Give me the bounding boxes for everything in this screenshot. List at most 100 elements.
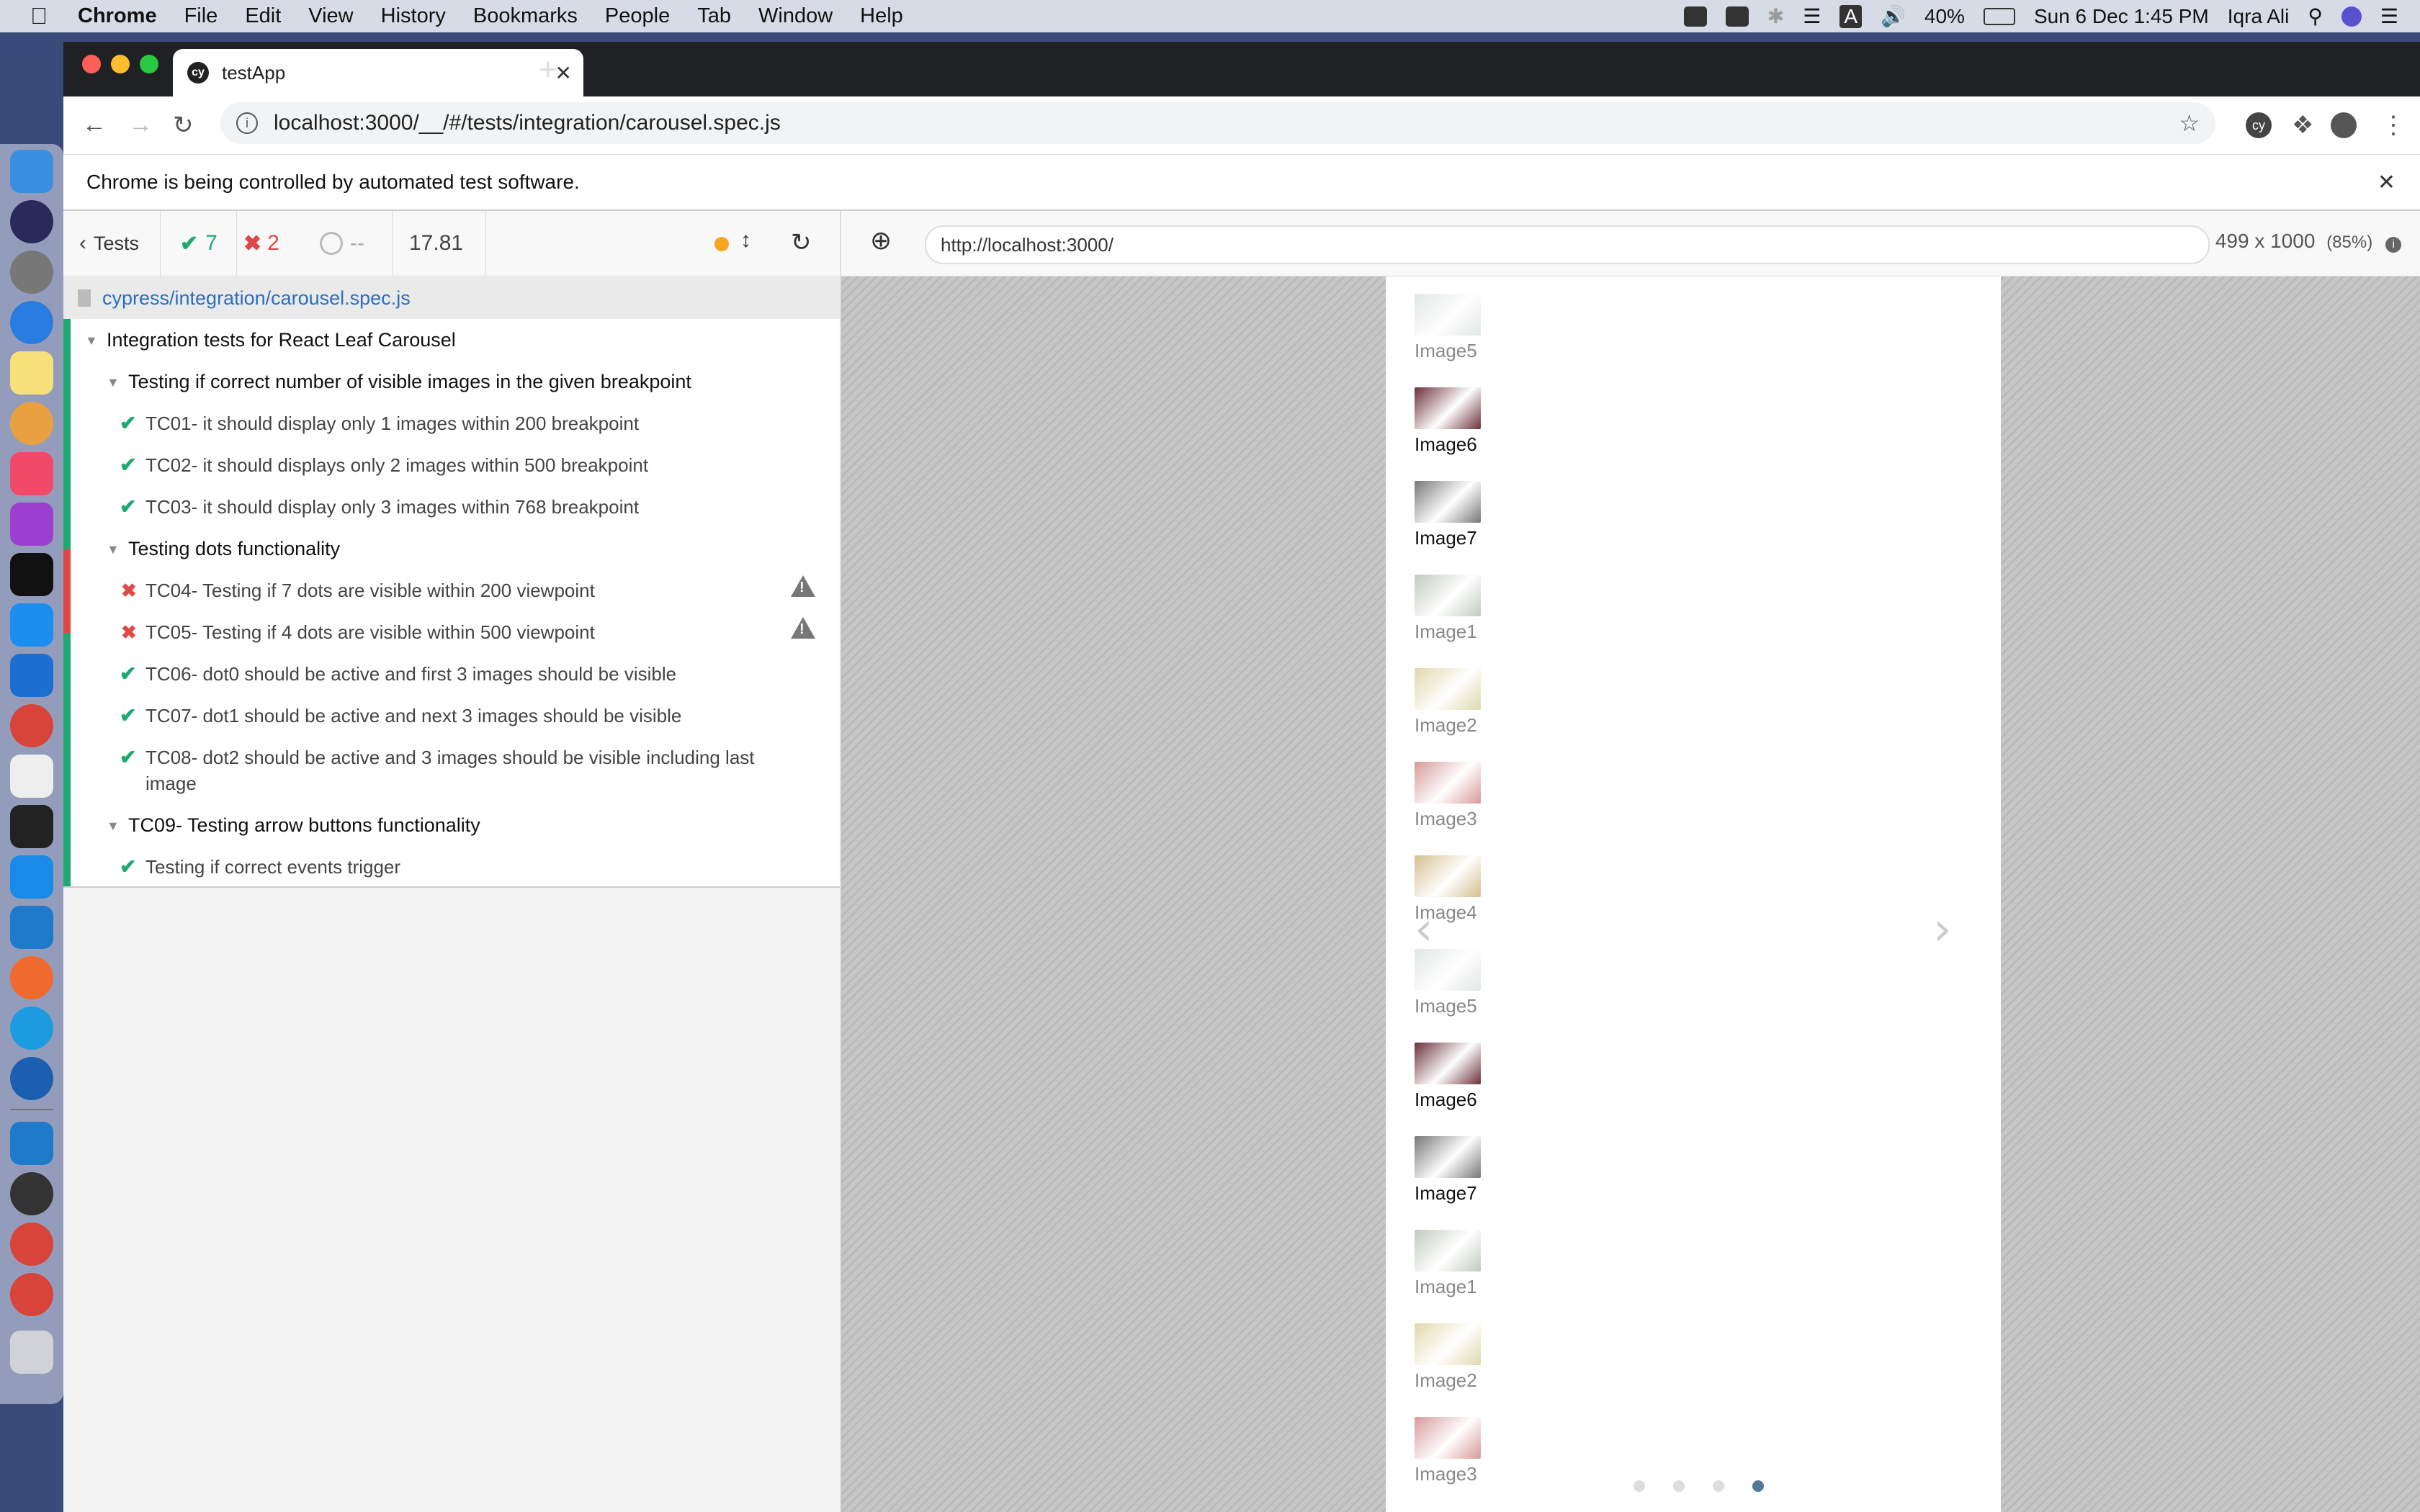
- photos-icon[interactable]: [10, 402, 53, 445]
- battery-percent[interactable]: 40%: [1924, 5, 1965, 28]
- menu-view[interactable]: View: [308, 4, 353, 28]
- chrome-dock-icon[interactable]: [10, 704, 53, 747]
- carousel-slide[interactable]: Image6: [1415, 387, 1559, 456]
- zoom-window-button[interactable]: [140, 55, 158, 73]
- textedit-icon[interactable]: [10, 755, 53, 798]
- carousel-slide[interactable]: Image7: [1415, 1136, 1559, 1205]
- close-tab-icon[interactable]: ✕: [555, 61, 572, 85]
- siri-app-icon[interactable]: [10, 200, 53, 243]
- cypress-extension-icon[interactable]: cy: [2246, 112, 2272, 138]
- bluetooth-icon[interactable]: ✱: [1767, 4, 1784, 28]
- carousel-dot[interactable]: [1713, 1480, 1724, 1492]
- carousel-dot[interactable]: [1673, 1480, 1685, 1492]
- bookmark-star-icon[interactable]: ☆: [2179, 109, 2200, 137]
- carousel-slide[interactable]: Image5: [1415, 949, 1559, 1017]
- menu-tab[interactable]: Tab: [697, 4, 731, 28]
- app-icon[interactable]: [10, 1057, 53, 1100]
- carousel-next-arrow[interactable]: ›: [1933, 903, 1952, 956]
- minimize-window-button[interactable]: [111, 55, 130, 73]
- menu-file[interactable]: File: [184, 4, 218, 28]
- menu-history[interactable]: History: [381, 4, 446, 28]
- xcode-icon[interactable]: [10, 855, 53, 899]
- carousel-prev-arrow[interactable]: ‹: [1415, 903, 1433, 956]
- onedrive-icon[interactable]: [10, 654, 53, 697]
- safari-icon[interactable]: [10, 301, 53, 344]
- restart-icon[interactable]: ↻: [791, 228, 812, 257]
- menu-window[interactable]: Window: [758, 4, 833, 28]
- carousel-slide[interactable]: Image2: [1415, 1323, 1559, 1392]
- clock[interactable]: Sun 6 Dec 1:45 PM: [2034, 5, 2209, 28]
- app-store-icon[interactable]: [10, 603, 53, 647]
- auto-scroll-icon[interactable]: ↕: [740, 228, 751, 253]
- passed-count[interactable]: ✔ 7: [160, 211, 237, 276]
- warning-icon[interactable]: !: [791, 617, 815, 639]
- vscode-icon[interactable]: [10, 906, 53, 949]
- viewport-info-icon[interactable]: i: [2385, 237, 2401, 253]
- carousel-slide[interactable]: Image2: [1415, 668, 1559, 737]
- music-icon[interactable]: [10, 452, 53, 495]
- chrome-menu-icon[interactable]: ⋮: [2381, 111, 2406, 140]
- aut-url-bar[interactable]: http://localhost:3000/: [925, 225, 2210, 264]
- docker-icon[interactable]: [1725, 6, 1749, 27]
- address-bar[interactable]: i localhost:3000/__/#/tests/integration/…: [220, 102, 2215, 144]
- notification-center-icon[interactable]: ☰: [2380, 4, 2398, 28]
- battery-icon[interactable]: [1983, 7, 2015, 25]
- close-window-button[interactable]: [82, 55, 101, 73]
- suite-title: TC09- Testing arrow buttons functionalit…: [128, 814, 480, 836]
- menu-help[interactable]: Help: [860, 4, 903, 28]
- carousel-slide[interactable]: Image5: [1415, 294, 1559, 362]
- aut-iframe[interactable]: Image5 Image6 Image7 Image1 Image2 Image3 Imag…: [1386, 276, 2001, 1512]
- pending-count[interactable]: --: [308, 211, 393, 276]
- carousel-slide[interactable]: Image7: [1415, 481, 1559, 549]
- carousel-slide[interactable]: Image6: [1415, 1043, 1559, 1111]
- creative-cloud-icon[interactable]: [1683, 6, 1707, 27]
- trash-icon[interactable]: [10, 1331, 53, 1374]
- failed-count[interactable]: ✖ 2: [236, 211, 308, 276]
- finder-icon[interactable]: [10, 150, 53, 193]
- back-arrow-icon[interactable]: ←: [82, 111, 107, 139]
- chrome-window-2-icon[interactable]: [10, 1273, 53, 1316]
- apple-icon[interactable]: : [30, 3, 48, 30]
- slide-caption: Image6: [1415, 433, 1477, 455]
- siri-icon[interactable]: [2341, 6, 2362, 27]
- wifi-icon[interactable]: ☰: [1803, 4, 1821, 28]
- menu-bookmarks[interactable]: Bookmarks: [473, 4, 578, 28]
- carousel-slide[interactable]: Image3: [1415, 1417, 1559, 1485]
- carousel-slide[interactable]: Image4: [1415, 855, 1559, 924]
- carousel-slide[interactable]: Image3: [1415, 762, 1559, 830]
- launchpad-icon[interactable]: [10, 251, 53, 294]
- user-name[interactable]: Iqra Ali: [2228, 5, 2290, 28]
- selector-playground-icon[interactable]: ⊕: [870, 225, 892, 256]
- menu-edit[interactable]: Edit: [245, 4, 281, 28]
- cypress-dock-icon[interactable]: [10, 1172, 53, 1215]
- spec-path-link[interactable]: cypress/integration/carousel.spec.js: [102, 287, 411, 310]
- input-source-icon[interactable]: A: [1839, 4, 1863, 28]
- tests-back-button[interactable]: ‹ Tests: [63, 211, 161, 276]
- warning-icon[interactable]: !: [791, 575, 815, 597]
- profile-avatar-icon[interactable]: [2331, 112, 2357, 138]
- carousel-dot[interactable]: [1752, 1480, 1764, 1492]
- spotlight-icon[interactable]: ⚲: [2308, 4, 2323, 28]
- new-tab-button[interactable]: +: [539, 52, 557, 88]
- vscode-running-icon[interactable]: [10, 1122, 53, 1165]
- carousel-slide[interactable]: Image1: [1415, 575, 1559, 643]
- apple-tv-icon[interactable]: [10, 553, 53, 596]
- podcasts-icon[interactable]: [10, 503, 53, 546]
- carousel-slide[interactable]: Image1: [1415, 1230, 1559, 1298]
- volume-icon[interactable]: 🔊: [1881, 4, 1906, 28]
- pass-check-icon: ✔: [120, 704, 137, 726]
- docker-dock-icon[interactable]: [10, 1007, 53, 1050]
- chrome-window-icon[interactable]: [10, 1223, 53, 1266]
- reload-icon[interactable]: ↻: [173, 111, 194, 140]
- tab-testapp[interactable]: cy testApp ✕: [173, 49, 583, 96]
- forward-arrow-icon[interactable]: →: [128, 111, 153, 139]
- postman-icon[interactable]: [10, 956, 53, 999]
- site-info-icon[interactable]: i: [236, 112, 258, 134]
- notes-icon[interactable]: [10, 351, 53, 395]
- carousel-dot[interactable]: [1634, 1480, 1645, 1492]
- extensions-puzzle-icon[interactable]: ❖: [2292, 111, 2313, 140]
- intellij-icon[interactable]: [10, 805, 53, 848]
- menu-people[interactable]: People: [605, 4, 670, 28]
- infobar-close-icon[interactable]: ✕: [2378, 170, 2396, 195]
- menu-app-name[interactable]: Chrome: [78, 4, 157, 28]
